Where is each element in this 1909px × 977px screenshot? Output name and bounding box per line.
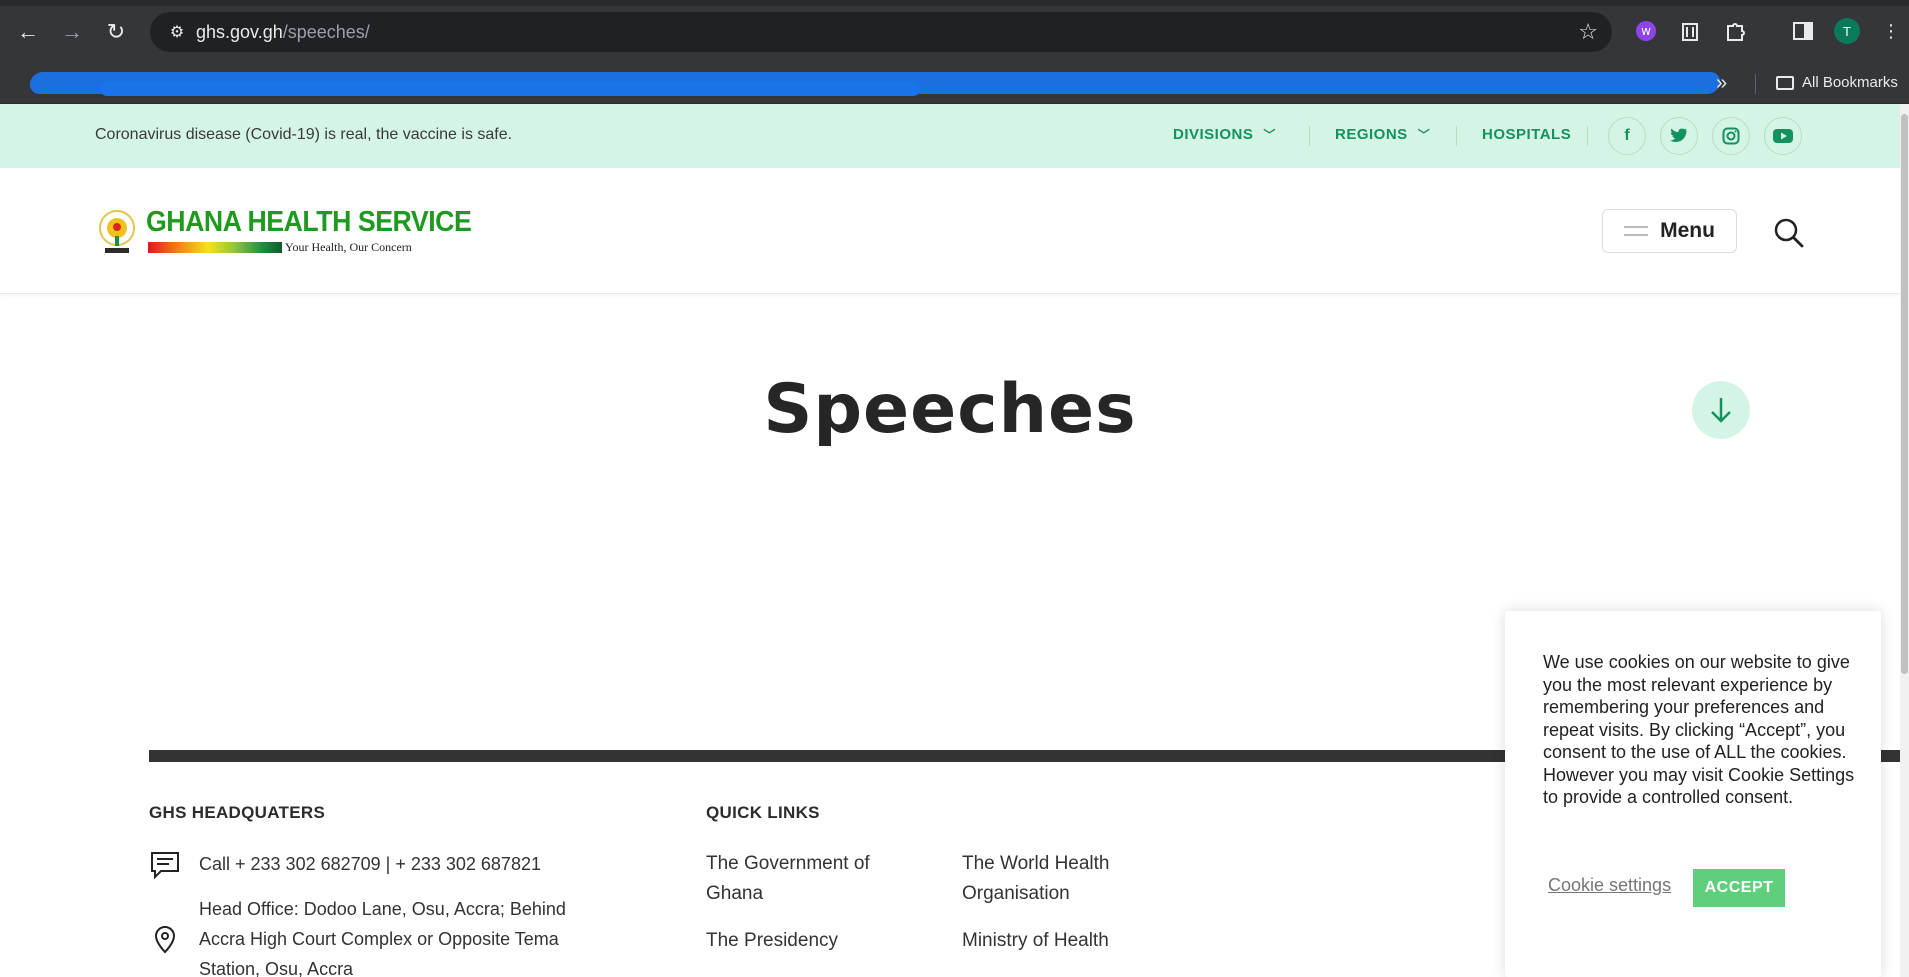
scrollbar-thumb[interactable] xyxy=(1901,114,1908,674)
nav-hospitals-label: HOSPITALS xyxy=(1482,126,1572,143)
url-text[interactable]: ghs.gov.gh/speeches/ xyxy=(196,22,370,43)
side-panel-icon[interactable] xyxy=(1790,18,1816,44)
nav-divisions-label: DIVISIONS xyxy=(1173,126,1254,143)
accept-button[interactable]: ACCEPT xyxy=(1693,869,1785,907)
clipboard-icon[interactable] xyxy=(1677,18,1703,44)
divider xyxy=(1755,74,1756,94)
quick-link-label: Ghana xyxy=(706,883,764,904)
contact-phone-row: Call + 233 302 682709 | + 233 302 687821 xyxy=(149,849,541,881)
quick-link-label: The Government of xyxy=(706,853,870,874)
nav-divisions[interactable]: DIVISIONS ﹀ xyxy=(1173,126,1276,143)
profile-avatar[interactable]: T xyxy=(1834,18,1860,44)
quick-links-heading: QUICK LINKS xyxy=(706,803,820,822)
hq-heading: GHS HEADQUATERS xyxy=(149,803,326,822)
facebook-icon[interactable]: f xyxy=(1608,117,1646,155)
divider xyxy=(1587,126,1588,146)
redaction-mark xyxy=(100,82,920,96)
nav-hospitals[interactable]: HOSPITALS xyxy=(1482,126,1571,143)
address-line: Head Office: Dodoo Lane, Osu, Accra; Beh… xyxy=(199,899,566,919)
site-info-icon[interactable]: ⚙ xyxy=(166,21,188,43)
folder-icon xyxy=(1776,75,1794,90)
logo-tagline: Your Health, Our Concern xyxy=(285,240,412,254)
cookie-settings-link[interactable]: Cookie settings xyxy=(1548,875,1671,896)
all-bookmarks-button[interactable]: All Bookmarks xyxy=(1776,74,1898,91)
logo-color-bar xyxy=(148,242,282,253)
menu-button[interactable]: Menu xyxy=(1602,209,1737,253)
divider xyxy=(1456,126,1457,146)
quick-link-label: Organisation xyxy=(962,883,1070,904)
quick-link-government[interactable]: The Government of Ghana xyxy=(706,849,870,909)
location-pin-icon xyxy=(154,925,176,954)
quick-link-presidency[interactable]: The Presidency xyxy=(706,926,838,956)
announcement-bar: Coronavirus disease (Covid-19) is real, … xyxy=(0,104,1900,168)
divider xyxy=(1309,126,1310,146)
quick-link-who[interactable]: The World Health Organisation xyxy=(962,849,1110,909)
more-bookmarks-icon[interactable]: » xyxy=(1716,72,1727,95)
web-page: Coronavirus disease (Covid-19) is real, … xyxy=(0,104,1900,977)
forward-icon[interactable]: → xyxy=(54,14,90,50)
message-icon xyxy=(151,852,179,880)
chevron-down-icon: ﹀ xyxy=(1417,128,1431,142)
hamburger-icon xyxy=(1624,226,1649,236)
scroll-down-button[interactable] xyxy=(1692,381,1750,439)
cookie-text: We use cookies on our website to give yo… xyxy=(1543,652,1855,807)
svg-text:w: w xyxy=(1641,24,1651,38)
quick-link-ministry-of-health[interactable]: Ministry of Health xyxy=(962,926,1109,956)
logo-title[interactable]: GHANA HEALTH SERVICE xyxy=(146,206,472,239)
search-icon[interactable] xyxy=(1772,216,1806,250)
extension-icon[interactable]: w xyxy=(1633,18,1659,44)
nav-regions[interactable]: REGIONS ﹀ xyxy=(1335,126,1430,143)
instagram-icon[interactable] xyxy=(1712,117,1750,155)
contact-address-row: Head Office: Dodoo Lane, Osu, Accra; Beh… xyxy=(149,894,566,977)
youtube-icon[interactable] xyxy=(1764,117,1802,155)
menu-label: Menu xyxy=(1660,219,1715,242)
tab-strip xyxy=(0,0,1909,6)
nav-regions-label: REGIONS xyxy=(1335,126,1408,143)
chevron-down-icon: ﹀ xyxy=(1263,128,1276,142)
kebab-menu-icon[interactable]: ⋮ xyxy=(1878,18,1904,44)
quick-link-label: The World Health xyxy=(962,853,1110,874)
reload-icon[interactable]: ↻ xyxy=(98,14,134,50)
ghs-logo-emblem[interactable] xyxy=(97,208,137,258)
arrow-down-icon xyxy=(1711,398,1731,423)
extensions-puzzle-icon[interactable] xyxy=(1722,18,1748,44)
covid-notice: Coronavirus disease (Covid-19) is real, … xyxy=(95,126,513,143)
url-host: ghs.gov.gh xyxy=(196,22,283,42)
address-bar[interactable]: ⚙ ghs.gov.gh/speeches/ ☆ xyxy=(150,12,1612,52)
all-bookmarks-label: All Bookmarks xyxy=(1802,74,1898,91)
browser-toolbar: ← → ↻ ⚙ ghs.gov.gh/speeches/ ☆ w T ⋮ xyxy=(0,0,1909,64)
back-icon[interactable]: ← xyxy=(10,14,46,50)
bookmarks-bar: » All Bookmarks xyxy=(0,64,1909,104)
cookie-consent-popup: We use cookies on our website to give yo… xyxy=(1505,611,1881,977)
page-title: Speeches xyxy=(763,370,1137,449)
page-scrollbar[interactable] xyxy=(1900,104,1909,977)
url-path: /speeches/ xyxy=(282,22,370,42)
contact-phone[interactable]: Call + 233 302 682709 | + 233 302 687821 xyxy=(199,849,541,881)
contact-address: Head Office: Dodoo Lane, Osu, Accra; Beh… xyxy=(199,894,566,977)
bookmark-star-icon[interactable]: ☆ xyxy=(1578,19,1598,45)
address-line: Accra High Court Complex or Opposite Tem… xyxy=(199,929,559,949)
twitter-icon[interactable] xyxy=(1660,117,1698,155)
address-line: Station, Osu, Accra xyxy=(199,959,354,977)
site-header: GHANA HEALTH SERVICE Your Health, Our Co… xyxy=(0,168,1900,294)
